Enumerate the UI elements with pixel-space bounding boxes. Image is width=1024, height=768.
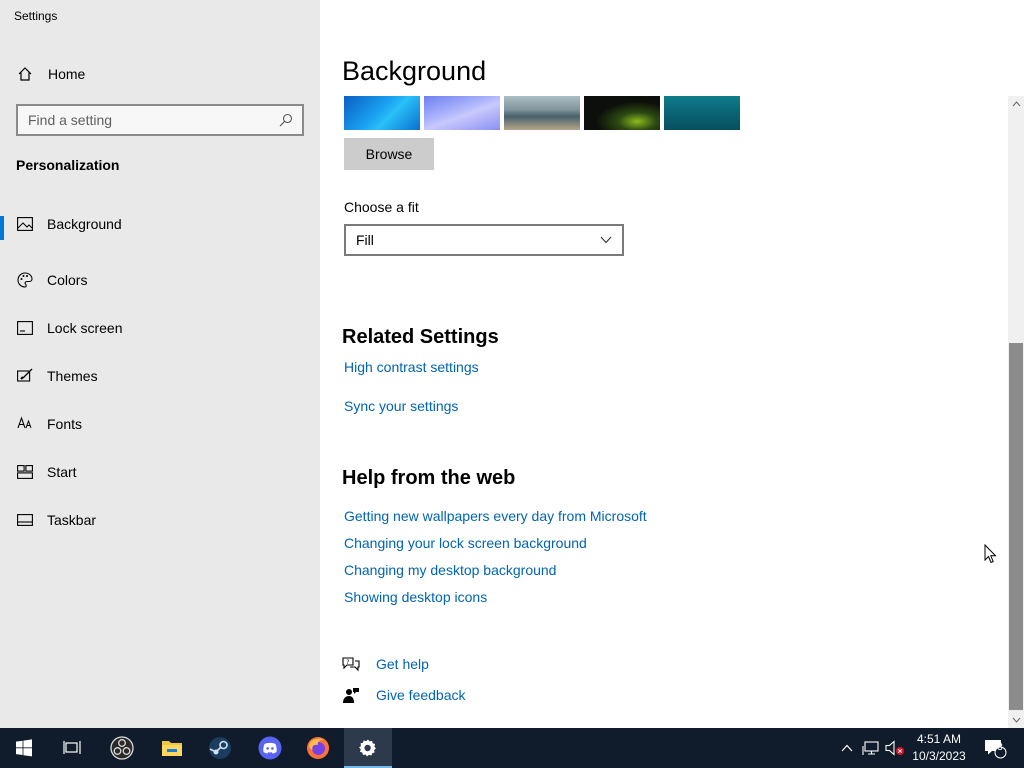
search-input[interactable] [28, 112, 278, 128]
sidebar-item-label: Lock screen [47, 320, 123, 336]
get-help-link[interactable]: ? Get help [342, 655, 429, 673]
clock[interactable]: 4:51 AM 10/3/2023 [906, 728, 972, 768]
help-link-wallpapers[interactable]: Getting new wallpapers every day from Mi… [344, 508, 647, 524]
themes-icon [17, 368, 33, 384]
page-title: Background [342, 56, 487, 86]
steam-icon [209, 737, 231, 759]
section-title: Personalization [16, 157, 120, 173]
browse-button[interactable]: Browse [344, 138, 434, 170]
settings-icon [359, 739, 376, 757]
task-view-button[interactable] [48, 728, 96, 768]
notification-count: 3 [997, 742, 1003, 753]
sidebar-item-label: Start [47, 464, 77, 480]
chevron-down-icon [1012, 717, 1020, 723]
help-chat-icon: ? [342, 655, 360, 673]
app-title: Settings [14, 9, 58, 23]
discord-button[interactable] [246, 728, 294, 768]
network-button[interactable] [860, 728, 882, 768]
chevron-up-icon [841, 744, 853, 752]
sidebar-item-themes[interactable]: Themes [0, 352, 320, 400]
task-view-icon [63, 741, 81, 754]
main-content: Background Browse Choose a fit Fill Rela… [320, 0, 1024, 728]
scrollbar-thumb[interactable] [1009, 343, 1023, 710]
sidebar-item-colors[interactable]: Colors [0, 256, 320, 304]
obs-button[interactable] [98, 728, 146, 768]
start-button[interactable] [0, 728, 48, 768]
high-contrast-link[interactable]: High contrast settings [344, 359, 479, 375]
home-label: Home [48, 66, 86, 82]
sidebar-item-taskbar[interactable]: Taskbar [0, 496, 320, 544]
help-link-desktop-icons[interactable]: Showing desktop icons [344, 589, 487, 605]
picture-icon [17, 216, 33, 232]
wallpaper-thumbnail[interactable] [664, 96, 740, 130]
sidebar-item-label: Taskbar [47, 512, 97, 528]
search-box[interactable] [16, 104, 304, 136]
home-icon [16, 65, 34, 83]
firefox-icon [307, 737, 329, 759]
recent-images [344, 96, 740, 130]
settings-taskbar-button[interactable] [344, 728, 392, 768]
fit-label: Choose a fit [344, 199, 419, 215]
wallpaper-thumbnail[interactable] [504, 96, 580, 130]
sidebar-item-lock-screen[interactable]: Lock screen [0, 304, 320, 352]
windows-logo-icon [16, 739, 32, 757]
wallpaper-thumbnail[interactable] [344, 96, 420, 130]
get-help-label: Get help [376, 656, 429, 672]
obs-icon [110, 736, 134, 760]
chevron-up-icon [1012, 101, 1020, 107]
sidebar-item-label: Background [47, 216, 122, 232]
feedback-icon [342, 686, 360, 704]
help-title: Help from the web [342, 467, 516, 489]
fit-value: Fill [356, 232, 374, 248]
svg-text:?: ? [346, 659, 349, 666]
fit-dropdown[interactable]: Fill [344, 224, 624, 256]
file-explorer-button[interactable] [148, 728, 196, 768]
network-icon [862, 741, 879, 755]
start-icon [17, 464, 33, 480]
scroll-up-button[interactable] [1008, 97, 1024, 111]
firefox-button[interactable] [294, 728, 342, 768]
nav-list: Background Colors Lock screen Themes Fon… [0, 208, 320, 544]
sidebar-item-label: Themes [47, 368, 98, 384]
file-explorer-icon [162, 741, 182, 756]
taskbar: 4:51 AM 10/3/2023 3 [0, 728, 1024, 768]
volume-muted-icon [885, 740, 904, 756]
volume-button[interactable] [884, 728, 906, 768]
sidebar-item-label: Colors [47, 272, 88, 288]
sidebar-item-label: Fonts [47, 416, 83, 432]
action-center-button[interactable]: 3 [980, 728, 1010, 768]
palette-icon [17, 272, 33, 288]
mouse-cursor [984, 543, 997, 569]
sidebar-item-fonts[interactable]: Fonts [0, 400, 320, 448]
sidebar-item-start[interactable]: Start [0, 448, 320, 496]
lock-screen-icon [17, 320, 33, 336]
home-button[interactable]: Home [16, 62, 85, 86]
fonts-icon [17, 416, 33, 432]
sync-settings-link[interactable]: Sync your settings [344, 398, 458, 414]
give-feedback-label: Give feedback [376, 687, 466, 703]
chevron-down-icon [600, 236, 612, 244]
taskbar-icon [17, 512, 33, 528]
help-link-desktop-background[interactable]: Changing my desktop background [344, 562, 556, 578]
clock-date: 10/3/2023 [912, 749, 966, 763]
sidebar: Settings Home Personalization Background… [0, 0, 320, 728]
give-feedback-link[interactable]: Give feedback [342, 686, 466, 704]
clock-time: 4:51 AM [916, 732, 962, 746]
search-icon[interactable] [278, 112, 294, 128]
discord-icon [258, 736, 282, 760]
steam-button[interactable] [196, 728, 244, 768]
scroll-down-button[interactable] [1008, 713, 1024, 727]
wallpaper-thumbnail[interactable] [424, 96, 500, 130]
show-hidden-icons-button[interactable] [836, 728, 858, 768]
sidebar-item-background[interactable]: Background [0, 208, 320, 256]
help-link-lock-screen[interactable]: Changing your lock screen background [344, 535, 587, 551]
wallpaper-thumbnail[interactable] [584, 96, 660, 130]
related-settings-title: Related Settings [342, 326, 499, 348]
